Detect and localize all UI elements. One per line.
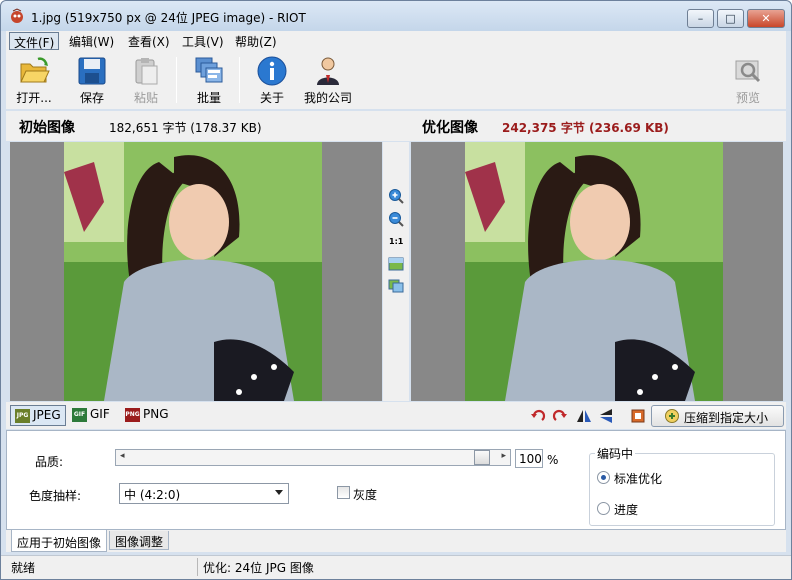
fit-size-icon[interactable] bbox=[630, 408, 646, 424]
tab-image-adjust[interactable]: 图像调整 bbox=[109, 531, 170, 550]
quality-label: 品质: bbox=[35, 455, 64, 469]
menu-bar: 文件(F) 编辑(W) 查看(X) 工具(V) 帮助(Z) bbox=[6, 31, 786, 51]
close-button[interactable]: ✕ bbox=[747, 9, 785, 28]
grayscale-label: 灰度 bbox=[353, 488, 378, 502]
rotate-left-icon[interactable] bbox=[530, 408, 546, 424]
tab-gif-label: GIF bbox=[90, 407, 110, 421]
about-button[interactable]: 关于 bbox=[246, 53, 298, 107]
menu-view[interactable]: 查看(X) bbox=[124, 32, 174, 50]
tab-png-label: PNG bbox=[143, 407, 169, 421]
company-label: 我的公司 bbox=[303, 91, 352, 105]
zoom-1to1-button[interactable]: 1:1 bbox=[389, 237, 403, 246]
progressive-label: 进度 bbox=[614, 503, 639, 517]
fit-image-icon[interactable] bbox=[388, 256, 404, 272]
app-window: 1.jpg (519x750 px @ 24位 JPEG image) - RI… bbox=[0, 0, 792, 580]
paste-button[interactable]: 粘贴 bbox=[120, 53, 172, 107]
floppy-disk-icon bbox=[78, 57, 106, 85]
batch-button[interactable]: 批量 bbox=[183, 53, 235, 107]
close-icon: ✕ bbox=[761, 12, 771, 25]
jpeg-icon: JPG bbox=[15, 409, 30, 423]
tab-gif[interactable]: GIF GIF bbox=[68, 405, 114, 426]
progressive-radio[interactable] bbox=[597, 502, 610, 515]
png-icon: PNG bbox=[125, 408, 140, 422]
riot-app-icon bbox=[11, 8, 23, 23]
menu-file[interactable]: 文件(F) bbox=[9, 32, 60, 50]
slider-left-arrow-icon[interactable]: ◂ bbox=[120, 451, 125, 461]
folder-open-icon bbox=[20, 57, 50, 83]
paste-icon bbox=[135, 58, 158, 85]
flip-vertical-icon[interactable] bbox=[598, 408, 614, 424]
about-label: 关于 bbox=[259, 91, 284, 105]
menu-help[interactable]: 帮助(Z) bbox=[231, 32, 281, 50]
menu-edit[interactable]: 编辑(W) bbox=[65, 32, 118, 50]
tab-jpeg-label: JPEG bbox=[33, 408, 61, 422]
optimized-photo bbox=[465, 142, 723, 401]
business-person-icon bbox=[317, 57, 339, 85]
quality-input[interactable]: 100 bbox=[515, 449, 543, 468]
original-image-pane[interactable] bbox=[10, 142, 382, 401]
image-info-bar: 初始图像 182,651 字节 (178.37 KB) 优化图像 242,375… bbox=[6, 111, 786, 141]
batch-icon bbox=[195, 57, 223, 83]
standard-optimized-label: 标准优化 bbox=[614, 472, 663, 486]
zoom-out-icon[interactable] bbox=[388, 211, 404, 227]
batch-label: 批量 bbox=[196, 91, 221, 105]
preview-magnifier-icon bbox=[735, 60, 761, 83]
chroma-subsampling-value: 中 (4:2:0) bbox=[124, 488, 181, 502]
original-image-title: 初始图像 bbox=[19, 120, 75, 136]
compress-icon bbox=[665, 409, 679, 423]
tab-apply-to-original[interactable]: 应用于初始图像 bbox=[11, 530, 108, 552]
optimized-image-size: 242,375 字节 (236.69 KB) bbox=[502, 121, 669, 135]
tab-jpeg[interactable]: JPG JPEG bbox=[10, 405, 66, 426]
open-label: 打开... bbox=[16, 91, 52, 105]
original-image-size: 182,651 字节 (178.37 KB) bbox=[109, 121, 262, 135]
status-separator bbox=[197, 558, 198, 576]
title-bar[interactable]: 1.jpg (519x750 px @ 24位 JPEG image) - RI… bbox=[1, 1, 791, 31]
compress-to-size-label: 压缩到指定大小 bbox=[684, 411, 769, 425]
paste-label: 粘贴 bbox=[133, 91, 158, 105]
standard-optimized-radio[interactable] bbox=[597, 471, 610, 484]
tab-png[interactable]: PNG PNG bbox=[121, 405, 173, 426]
flip-horizontal-icon[interactable] bbox=[576, 408, 592, 424]
optimized-image-title: 优化图像 bbox=[422, 120, 478, 136]
preview-button[interactable]: 预览 bbox=[722, 53, 774, 107]
optimized-image-pane[interactable] bbox=[411, 142, 783, 401]
chevron-down-icon bbox=[275, 490, 283, 495]
minimize-button[interactable]: – bbox=[687, 9, 714, 28]
encoding-group-title: 编码中 bbox=[595, 445, 636, 462]
gif-icon: GIF bbox=[72, 408, 87, 422]
save-button[interactable]: 保存 bbox=[66, 53, 118, 107]
jpeg-settings-panel: 品质: ◂ ▸ 100 % 色度抽样: 中 (4:2:0) 灰度 编码中 标准优… bbox=[6, 430, 786, 530]
slider-right-arrow-icon[interactable]: ▸ bbox=[501, 451, 506, 461]
compare-view-icon[interactable] bbox=[388, 277, 404, 293]
status-bar: 就绪 优化: 24位 JPG 图像 bbox=[1, 555, 791, 579]
preview-label: 预览 bbox=[735, 91, 760, 105]
bottom-tab-strip: 应用于初始图像 图像调整 bbox=[6, 530, 786, 552]
window-title: 1.jpg (519x750 px @ 24位 JPEG image) - RI… bbox=[31, 11, 306, 25]
quality-slider[interactable]: ◂ ▸ bbox=[115, 449, 511, 466]
status-ready: 就绪 bbox=[11, 561, 36, 575]
company-button[interactable]: 我的公司 bbox=[300, 53, 356, 107]
open-button[interactable]: 打开... bbox=[8, 53, 60, 107]
save-label: 保存 bbox=[79, 91, 104, 105]
status-optimized-info: 优化: 24位 JPG 图像 bbox=[203, 561, 314, 575]
chroma-subsampling-label: 色度抽样: bbox=[29, 489, 82, 503]
info-icon bbox=[257, 56, 287, 86]
format-bar: JPG JPEG GIF GIF PNG PNG 压缩到指定大小 bbox=[6, 402, 786, 429]
toolbar: 打开... 保存 粘贴 批量 关于 我的公司 预览 bbox=[6, 51, 786, 109]
grayscale-checkbox[interactable] bbox=[337, 486, 350, 499]
zoom-toolbar: 1:1 bbox=[383, 142, 409, 401]
original-photo bbox=[64, 142, 322, 401]
menu-tools[interactable]: 工具(V) bbox=[178, 32, 228, 50]
toolbar-separator bbox=[239, 57, 240, 103]
rotate-right-icon[interactable] bbox=[552, 408, 568, 424]
compress-to-size-button[interactable]: 压缩到指定大小 bbox=[651, 405, 784, 427]
minimize-icon: – bbox=[697, 12, 704, 25]
zoom-in-icon[interactable] bbox=[388, 188, 404, 204]
quality-unit: % bbox=[547, 453, 559, 467]
toolbar-separator bbox=[176, 57, 177, 103]
chroma-subsampling-select[interactable]: 中 (4:2:0) bbox=[119, 483, 289, 504]
maximize-icon: □ bbox=[725, 12, 736, 25]
quality-slider-thumb[interactable] bbox=[474, 450, 490, 465]
maximize-button[interactable]: □ bbox=[717, 9, 744, 28]
